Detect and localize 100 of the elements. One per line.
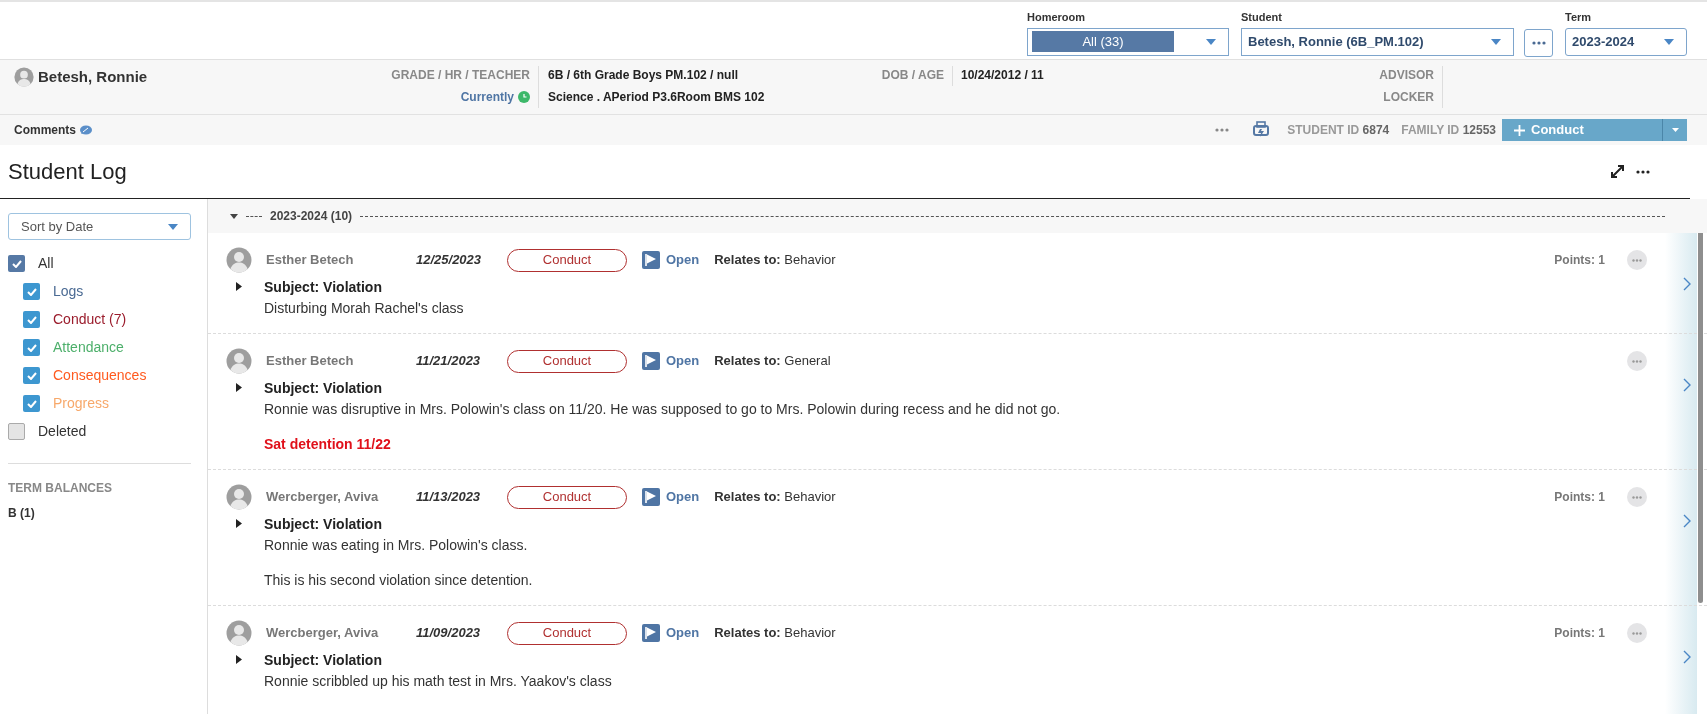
expand-caret-icon[interactable] <box>236 519 242 528</box>
avatar-icon <box>226 348 252 374</box>
chevron-right-icon[interactable] <box>1683 277 1691 291</box>
grade-label: GRADE / HR / TEACHER <box>391 67 530 84</box>
check-icon <box>26 399 37 408</box>
clock-icon <box>518 91 530 103</box>
more-button[interactable] <box>1627 250 1647 270</box>
chevron-right-icon[interactable] <box>1683 514 1691 528</box>
grade-value: 6B / 6th Grade Boys PM.102 / null <box>548 67 740 84</box>
filter-label: Logs <box>53 282 84 301</box>
currently-label: Currently <box>460 89 514 106</box>
status-text: Open <box>666 352 700 371</box>
checkbox[interactable] <box>23 395 40 412</box>
author-name: Esther Betech <box>266 352 355 371</box>
avatar-icon <box>226 620 252 646</box>
status-text: Open <box>666 251 700 270</box>
more-icon <box>1632 495 1642 499</box>
dropdown[interactable]: 2023-2024 <box>1565 27 1687 56</box>
more-button[interactable] <box>1524 29 1553 57</box>
filter-label: Attendance <box>53 338 124 357</box>
dropdown-caret-icon <box>168 223 178 230</box>
locker-label: LOCKER <box>1383 89 1434 106</box>
more-button[interactable] <box>1627 351 1647 371</box>
filter-label: Conduct (7) <box>53 310 127 329</box>
author-name: Wercberger, Aviva <box>266 488 380 507</box>
avatar-icon <box>226 247 252 273</box>
relates-to-text: Relates to: General <box>714 352 831 371</box>
relates-to-text: Relates to: Behavior <box>714 488 836 507</box>
group-label: 2023-2024 (10) <box>270 208 353 225</box>
filter-label: Progress <box>53 394 110 413</box>
flag-icon <box>642 488 660 506</box>
log-date: 11/13/2023 <box>416 488 482 507</box>
sort-dropdown[interactable]: Sort by Date <box>8 213 191 240</box>
avatar-icon <box>226 484 252 510</box>
family-id-text: FAMILY ID 12553 <box>1401 122 1496 139</box>
flag-icon <box>642 352 660 370</box>
student-name: Betesh, Ronnie <box>38 67 148 87</box>
dropdown-caret-icon <box>1491 38 1501 45</box>
check-icon <box>26 371 37 380</box>
expand-caret-icon[interactable] <box>236 282 242 291</box>
flag-icon <box>642 624 660 642</box>
checkbox[interactable] <box>23 339 40 356</box>
points-text: Points: 1 <box>1554 252 1605 269</box>
log-date: 11/21/2023 <box>416 352 482 371</box>
field-label: Term <box>1565 10 1593 25</box>
detention-note: Sat detention 11/22 <box>264 435 392 454</box>
expand-icon[interactable] <box>1611 165 1624 178</box>
check-icon <box>11 259 22 268</box>
flag-icon <box>642 251 660 269</box>
printer-icon[interactable] <box>1253 121 1270 139</box>
avatar-icon <box>14 67 34 88</box>
page-title: Student Log <box>8 158 127 186</box>
subject-text: Subject: Violation <box>264 651 383 670</box>
dropdown[interactable]: Betesh, Ronnie (6B_PM.102) <box>1241 27 1514 56</box>
term-balances-title: TERM BALANCES <box>8 480 113 497</box>
expand-caret-icon[interactable] <box>236 655 242 664</box>
status-text: Open <box>666 488 700 507</box>
filter-label: Consequences <box>53 366 147 385</box>
more-icon <box>1632 631 1642 635</box>
dropdown[interactable]: All (33) <box>1027 27 1229 56</box>
log-date: 11/09/2023 <box>416 624 482 643</box>
chevron-right-icon[interactable] <box>1683 378 1691 392</box>
dropdown-caret-icon <box>1206 38 1216 45</box>
collapse-caret-icon[interactable] <box>230 213 238 219</box>
plus-icon <box>1514 124 1525 136</box>
comment-icon[interactable] <box>79 124 92 136</box>
more-button[interactable] <box>1627 487 1647 507</box>
more-icon <box>1632 359 1642 363</box>
log-text: Ronnie was eating in Mrs. Polowin's class. <box>264 536 529 555</box>
checkbox[interactable] <box>8 255 25 272</box>
checkbox[interactable] <box>23 367 40 384</box>
checkbox[interactable] <box>8 423 25 440</box>
comments-label: Comments <box>14 122 76 139</box>
points-text: Points: 1 <box>1554 625 1605 642</box>
checkbox[interactable] <box>23 311 40 328</box>
check-icon <box>26 287 37 296</box>
dropdown-caret-icon <box>1664 38 1674 45</box>
dropdown-button[interactable] <box>1662 119 1687 141</box>
field-label: Homeroom <box>1027 10 1087 25</box>
dob-value: 10/24/2012 / 11 <box>960 67 1045 84</box>
log-date: 12/25/2023 <box>416 251 483 270</box>
term-balance: B (1) <box>8 505 36 522</box>
chevron-right-icon[interactable] <box>1683 650 1691 664</box>
log-text: Ronnie was disruptive in Mrs. Polowin's class on 11/20. He was supposed to go to Mrs. Polowin during recess and he did not go. <box>264 400 1061 419</box>
check-icon <box>26 343 37 352</box>
scrollbar-thumb[interactable] <box>1698 233 1703 603</box>
expand-caret-icon[interactable] <box>236 383 242 392</box>
filter-label: Deleted <box>38 422 87 441</box>
log-text: This is his second violation since detention. <box>264 571 533 590</box>
author-name: Wercberger, Aviva <box>266 624 380 643</box>
dob-label: DOB / AGE <box>870 66 953 86</box>
log-text: Ronnie scribbled up his math test in Mrs. Yaakov's class <box>264 672 612 691</box>
log-text: Disturbing Morah Rachel's class <box>264 299 464 318</box>
more-button[interactable] <box>1627 623 1647 643</box>
more-icon[interactable] <box>1636 169 1650 174</box>
caret-icon <box>1671 128 1679 132</box>
author-name: Esther Betech <box>266 251 355 270</box>
subject-text: Subject: Violation <box>264 515 383 534</box>
checkbox[interactable] <box>23 283 40 300</box>
advisor-label: ADVISOR <box>1379 67 1434 84</box>
